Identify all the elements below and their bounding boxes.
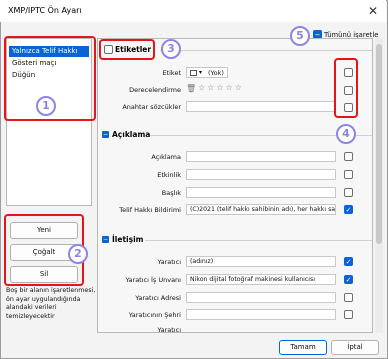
creator-checkbox[interactable]: ✓ <box>344 257 353 266</box>
rating-field-label: Derecelendirme <box>129 86 181 94</box>
scrollbar-thumb[interactable] <box>376 44 382 244</box>
copyright-field-label: Telif Hakkı Bildirimi <box>119 206 181 214</box>
headline-checkbox[interactable] <box>344 188 353 197</box>
next-field-label: Yaratıcı <box>157 326 181 332</box>
rating-stars[interactable]: ☆☆☆☆☆ <box>198 83 244 92</box>
address-input[interactable] <box>186 292 336 303</box>
headline-input[interactable] <box>186 187 336 198</box>
section-divider <box>160 50 372 51</box>
label-dropdown[interactable]: ▾ (Yok) <box>186 67 228 78</box>
chevron-down-icon: ▾ <box>199 69 203 76</box>
ok-button[interactable]: Tamam <box>279 340 327 355</box>
city-input[interactable] <box>186 309 336 320</box>
job-title-field-label: Yaratıcı İş Unvanı <box>125 276 181 284</box>
annotation-box-labels <box>99 39 155 60</box>
event-input[interactable] <box>186 169 336 180</box>
clear-rating-icon[interactable]: 🗑 <box>186 84 196 93</box>
creator-input[interactable]: (adınız) <box>186 256 336 267</box>
job-title-checkbox[interactable]: ✓ <box>344 275 353 284</box>
copyright-input[interactable]: (C)2021 (telif hakkı sahibinin adı), her… <box>186 204 336 215</box>
collapse-icon[interactable]: − <box>102 131 109 138</box>
headline-field-label: Başlık <box>161 189 181 197</box>
annotation-badge-3: 3 <box>161 39 181 59</box>
event-field-label: Etkinlik <box>157 171 181 179</box>
annotation-badge-5: 5 <box>290 26 310 46</box>
clear-hint-text: Boş bir alanın işaretlenmesi, ön ayar uy… <box>6 287 96 320</box>
window-title: XMP/IPTC Ön Ayarı <box>8 6 82 15</box>
description-field-label: Açıklama <box>151 153 181 161</box>
address-checkbox[interactable] <box>344 293 353 302</box>
annotation-badge-1: 1 <box>36 96 56 116</box>
description-checkbox[interactable] <box>344 152 353 161</box>
label-field-label: Etiket <box>162 69 181 77</box>
label-dropdown-value: (Yok) <box>208 69 224 77</box>
creator-field-label: Yaratıcı <box>157 258 181 266</box>
contact-section-title: İletişim <box>112 235 144 244</box>
annotation-box-checkboxes <box>334 58 358 118</box>
cancel-button[interactable]: İptal <box>331 340 379 355</box>
keywords-input[interactable] <box>186 101 336 112</box>
city-checkbox[interactable] <box>344 310 353 319</box>
keywords-field-label: Anahtar sözcükler <box>122 103 181 111</box>
description-input[interactable] <box>186 151 336 162</box>
label-color-icon <box>190 70 197 76</box>
event-checkbox[interactable] <box>344 170 353 179</box>
collapse-icon[interactable]: − <box>102 236 109 243</box>
address-field-label: Yaratıcı Adresi <box>135 294 181 302</box>
job-title-input[interactable]: Nikon dijital fotoğraf makinesi kullanıc… <box>186 274 336 285</box>
annotation-badge-2: 2 <box>68 244 88 264</box>
annotation-badge-4: 4 <box>336 124 356 144</box>
description-section-title: Açıklama <box>112 130 151 139</box>
city-field-label: Yaratıcının Şehri <box>128 311 181 319</box>
section-divider <box>145 240 372 241</box>
close-icon[interactable]: ✕ <box>364 2 382 20</box>
copyright-checkbox[interactable]: ✓ <box>344 205 353 214</box>
